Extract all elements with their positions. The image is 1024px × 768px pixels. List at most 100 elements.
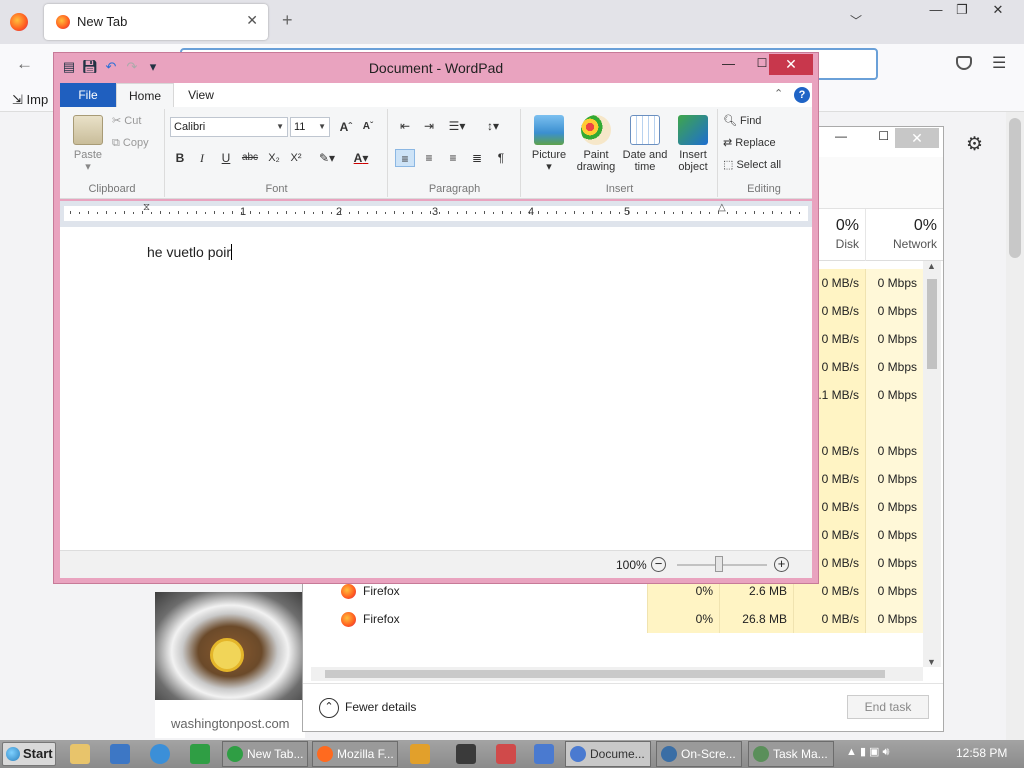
scroll-up-arrow-icon[interactable]: ▲ [927,261,936,271]
align-right-icon[interactable]: ≡ [443,149,463,167]
excel-icon[interactable] [190,744,210,764]
firefox-restore-button[interactable]: ❐ [944,0,980,20]
justify-icon[interactable]: ≣ [467,149,487,167]
document-area[interactable]: he vuetlo poir [60,227,812,550]
chevron-up-icon[interactable]: ⌃ [319,698,339,718]
font-family-select[interactable]: Calibri ▼ [170,117,288,137]
ruler-tick [655,212,656,214]
subscript-icon[interactable]: X₂ [264,149,284,167]
ruler-tick [511,212,512,214]
copy-button[interactable]: ⧉ Copy [112,137,162,149]
strikethrough-icon[interactable]: abc [240,149,260,167]
ruler-tick [493,212,494,214]
document-text[interactable]: he vuetlo poir [147,244,233,260]
story-card[interactable]: washingtonpost.com [155,592,305,738]
cell-network: 0 Mbps [865,521,923,549]
bullet-list-icon[interactable]: ☰▾ [443,117,471,135]
ruler-tick [718,211,719,214]
bold-icon[interactable]: B [170,149,190,167]
wordpad-minimize-button[interactable]: — [722,56,735,71]
back-arrow-icon[interactable]: ← [16,54,33,74]
end-task-button[interactable]: End task [847,695,929,719]
new-tab-button[interactable]: + [282,10,293,31]
tm-minimize-button[interactable]: — [835,129,847,143]
process-list-scroll-thumb[interactable] [927,279,937,369]
select-all-button[interactable]: ⬚ Select all [723,159,803,171]
grow-font-icon[interactable]: Aˆ [336,118,356,136]
font-size-select[interactable]: 11 ▼ [290,117,330,137]
help-icon[interactable]: ? [794,87,810,103]
tab-view[interactable]: View [174,83,228,107]
picture-button[interactable]: Picture ▾ [526,115,572,173]
tab-close-icon[interactable]: ✕ [246,12,258,29]
taskbar-task[interactable]: Task Ma... [748,741,834,767]
paste-button[interactable]: Paste ▾ [66,115,110,173]
zoom-out-button[interactable]: − [651,557,666,572]
film-icon[interactable] [456,744,476,764]
taskbar-task[interactable]: On-Scre... [656,741,742,767]
align-left-icon[interactable]: ≡ [395,149,415,167]
import-bookmarks-link[interactable]: ⇲ Imp [12,92,48,108]
tab-home[interactable]: Home [116,83,174,107]
wordpad-close-button[interactable]: ✕ [769,54,813,75]
tab-file[interactable]: File [60,83,116,107]
decrease-indent-icon[interactable]: ⇤ [395,117,415,135]
firefox-close-button[interactable]: ✕ [980,0,1016,20]
clock[interactable]: 12:58 PM [956,746,1007,760]
scroll-down-arrow-icon[interactable]: ▼ [927,657,936,667]
file-explorer-icon[interactable] [70,744,90,764]
taskbar-task[interactable]: Mozilla F... [312,741,398,767]
ruler-tick [691,212,692,214]
object-icon [678,115,708,145]
highlight-color-icon[interactable]: ✎▾ [312,149,342,167]
line-spacing-icon[interactable]: ↕▾ [479,117,507,135]
underline-icon[interactable]: U [216,149,236,167]
minimize-ribbon-icon[interactable]: ⌃ [774,87,783,100]
align-center-icon[interactable]: ≡ [419,149,439,167]
right-indent-marker[interactable]: △ [718,202,726,213]
fewer-details-link[interactable]: Fewer details [345,700,416,714]
taskbar-task-label: Task Ma... [773,747,828,761]
lemon-slice-image [210,638,244,672]
system-tray-icons[interactable]: ▲ ▮ ▣ 🔊︎ [846,745,889,759]
pocket-icon[interactable] [956,56,972,70]
replace-button[interactable]: ⇄ Replace [723,137,803,149]
zoom-slider-thumb[interactable] [715,556,723,572]
horizontal-scrollbar[interactable] [311,667,923,681]
gear-icon[interactable]: ⚙ [966,133,983,156]
taskbar-task[interactable]: Docume... [565,741,651,767]
media-player-icon[interactable] [410,744,430,764]
tm-close-button[interactable]: ✕ [895,128,939,148]
italic-icon[interactable]: I [192,149,212,167]
find-button[interactable]: 🔍︎ Find [723,115,803,127]
horizontal-scroll-thumb[interactable] [325,670,885,678]
list-tabs-chevron-icon[interactable]: ﹀ [850,12,862,29]
cut-button[interactable]: ✂ Cut [112,115,162,127]
process-list-scrollbar[interactable]: ▲ ▼ [923,261,941,667]
tm-maximize-button[interactable]: ☐ [878,129,889,143]
left-indent-marker[interactable]: ⧖ [143,202,150,213]
taskbar-task[interactable]: New Tab... [222,741,308,767]
hamburger-menu-icon[interactable]: ☰ [992,53,1006,73]
mail-icon[interactable] [110,744,130,764]
increase-indent-icon[interactable]: ⇥ [419,117,439,135]
paint-drawing-button[interactable]: Paint drawing [572,115,620,173]
insert-object-button[interactable]: Insert object [670,115,716,173]
ruler[interactable]: ⧖ △ 1 2 3 4 5 [60,201,812,227]
date-time-button[interactable]: Date and time [620,115,670,173]
shrink-font-icon[interactable]: Aˇ [358,118,378,136]
paragraph-settings-icon[interactable]: ¶ [491,149,511,167]
network-icon[interactable] [534,744,554,764]
network-column-header[interactable]: 0% Network [865,209,943,261]
page-scrollbar[interactable] [1006,112,1024,740]
start-button[interactable]: Start [2,742,56,766]
page-scrollbar-thumb[interactable] [1009,118,1021,258]
paint-icon[interactable] [496,744,516,764]
zoom-in-button[interactable]: + [774,557,789,572]
paste-dropdown-icon[interactable]: ▾ [85,161,91,173]
browser-tab[interactable]: New Tab ✕ [44,4,268,40]
text-color-icon[interactable]: A▾ [346,149,376,167]
table-row[interactable]: Firefox 0% 26.8 MB 0 MB/s 0 Mbps [303,605,923,633]
superscript-icon[interactable]: X² [286,149,306,167]
internet-explorer-icon[interactable] [150,744,170,764]
